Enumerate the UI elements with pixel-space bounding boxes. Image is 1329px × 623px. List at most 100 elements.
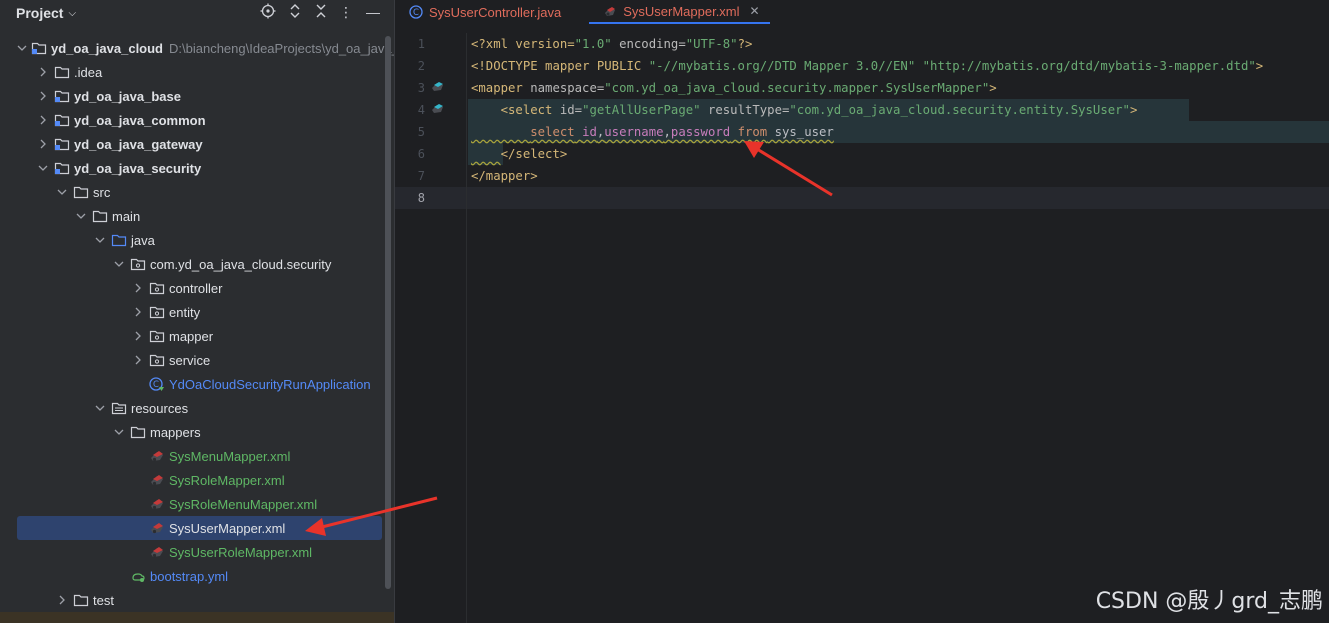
tree-item[interactable]: yd_oa_java_security [0, 156, 394, 180]
editor-area: C SysUserController.java SysUserMapper.x… [394, 0, 1329, 623]
expand-collapse-icon[interactable] [286, 3, 304, 21]
tree-item[interactable]: SysMenuMapper.xml [0, 444, 394, 468]
code-token: encoding= [611, 37, 686, 51]
project-title[interactable]: Project [16, 5, 63, 21]
tree-item-label: java [131, 232, 155, 248]
tree-item[interactable]: yd_oa_java_base [0, 84, 394, 108]
svg-text:C: C [153, 380, 159, 390]
tree-item[interactable]: C YdOaCloudSecurityRunApplication [0, 372, 394, 396]
tree-scrollbar[interactable] [385, 36, 391, 589]
code-token: <!DOCTYPE [471, 59, 546, 73]
mybatis-icon [149, 472, 165, 488]
tree-item-label: YdOaCloudSecurityRunApplication [169, 376, 371, 392]
mybatis-gutter-icon[interactable] [431, 80, 445, 94]
code-token: mapper [545, 59, 590, 73]
tree-item-label: yd_oa_java_cloud [51, 40, 163, 56]
minimize-icon[interactable]: — [364, 3, 382, 21]
code-token: "com.yd_oa_java_cloud.security.mapper.Sy… [604, 81, 990, 95]
more-options-icon[interactable]: ⋮ [337, 3, 355, 21]
tree-item[interactable]: yd_oa_java_common [0, 108, 394, 132]
tree-item[interactable]: java [0, 228, 394, 252]
chevron-down-icon[interactable] [93, 235, 107, 245]
tree-item[interactable]: src [0, 180, 394, 204]
tree-item[interactable]: .idea [0, 60, 394, 84]
chevron-down-icon[interactable]: ⌵ [68, 8, 76, 19]
chevron-right-icon[interactable] [131, 355, 145, 365]
module-folder-icon [54, 160, 70, 176]
mybatis-icon [603, 4, 617, 18]
folder-icon [92, 208, 108, 224]
package-icon [130, 256, 146, 272]
tree-item[interactable]: test [0, 588, 394, 612]
tree-item[interactable]: mappers [0, 420, 394, 444]
collapse-all-icon[interactable] [312, 3, 330, 21]
chevron-down-icon[interactable] [74, 211, 88, 221]
module-folder-icon [54, 88, 70, 104]
chevron-down-icon[interactable] [112, 427, 126, 437]
tree-item[interactable]: SysUserRoleMapper.xml [0, 540, 394, 564]
chevron-right-icon[interactable] [36, 115, 50, 125]
code-token: id [582, 125, 597, 139]
tree-item[interactable]: entity [0, 300, 394, 324]
mybatis-gutter-icon[interactable] [431, 102, 445, 116]
tree-item-label: SysUserRoleMapper.xml [169, 544, 313, 560]
code-token: "1.0" [574, 37, 612, 51]
locate-icon[interactable] [259, 3, 277, 21]
module-folder-icon [31, 40, 47, 56]
code-line-7: </mapper> [468, 165, 538, 187]
tree-item[interactable]: main [0, 204, 394, 228]
code-line-5: select id,username,password from sys_use… [468, 121, 834, 143]
code-line-2: <!DOCTYPE mapper PUBLIC "-//mybatis.org/… [468, 55, 1263, 77]
code-token: <mapper [471, 81, 523, 95]
tree-item[interactable]: controller [0, 276, 394, 300]
folder-icon [73, 592, 89, 608]
tree-item[interactable]: yd_oa_java_cloud D:\biancheng\IdeaProject… [0, 36, 394, 60]
code-token: from [737, 125, 768, 139]
tree-item-label: test [93, 592, 114, 608]
java-class-icon: C [409, 5, 423, 19]
tree-item[interactable]: bootstrap.yml [0, 564, 394, 588]
code-line-6: </select> [468, 143, 568, 165]
code-token: > [989, 81, 997, 95]
tab-sysusercontroller[interactable]: C SysUserController.java [395, 0, 571, 24]
tree-item-label: entity [169, 304, 201, 320]
tree-item-label: service [169, 352, 211, 368]
tree-item[interactable]: SysRoleMenuMapper.xml [0, 492, 394, 516]
code-token: namespace= [522, 81, 605, 95]
code-token: "-//mybatis.org//DTD Mapper 3.0//EN" [648, 59, 916, 73]
chevron-right-icon[interactable] [36, 139, 50, 149]
code-token: <?xml version= [471, 37, 575, 51]
chevron-down-icon[interactable] [55, 187, 69, 197]
chevron-right-icon[interactable] [36, 67, 50, 77]
close-icon[interactable]: ✕ [750, 4, 760, 18]
tree-item-label: yd_oa_java_security [74, 160, 202, 176]
chevron-down-icon[interactable] [36, 163, 50, 173]
chevron-right-icon[interactable] [55, 595, 69, 605]
tab-label: SysUserMapper.xml [623, 3, 740, 19]
code-token: "UTF-8" [685, 37, 738, 51]
tree-item[interactable]: mapper [0, 324, 394, 348]
project-path: D:\biancheng\IdeaProjects\yd_oa_java_clo… [169, 40, 394, 56]
mybatis-icon [149, 544, 165, 560]
chevron-right-icon[interactable] [131, 307, 145, 317]
tree-item[interactable]: SysUserMapper.xml [17, 516, 382, 540]
tree-item[interactable]: yd_oa_java_gateway [0, 132, 394, 156]
chevron-right-icon[interactable] [131, 331, 145, 341]
chevron-down-icon[interactable] [17, 43, 27, 53]
line-number: 7 [417, 169, 425, 183]
tree-item[interactable]: com.yd_oa_java_cloud.security [0, 252, 394, 276]
chevron-down-icon[interactable] [112, 259, 126, 269]
mybatis-icon [149, 448, 165, 464]
tree-item[interactable]: SysRoleMapper.xml [0, 468, 394, 492]
chevron-right-icon[interactable] [36, 91, 50, 101]
tree-item-label: SysUserMapper.xml [169, 520, 286, 536]
tree-item[interactable]: service [0, 348, 394, 372]
chevron-down-icon[interactable] [93, 403, 107, 413]
tree-item-label: com.yd_oa_java_cloud.security [150, 256, 332, 272]
chevron-right-icon[interactable] [131, 283, 145, 293]
source-folder-icon [111, 232, 127, 248]
tree-item[interactable]: resources [0, 396, 394, 420]
tab-sysusermapper[interactable]: SysUserMapper.xml ✕ [589, 0, 770, 24]
